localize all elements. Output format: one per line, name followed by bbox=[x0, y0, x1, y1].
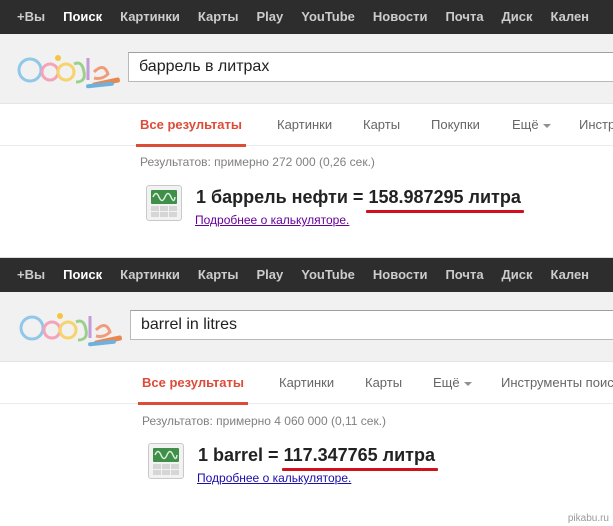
search-tabs: Все результаты Картинки Карты Покупки Ещ… bbox=[0, 104, 613, 147]
tab-more-label: Ещё bbox=[433, 375, 460, 390]
search-field[interactable] bbox=[128, 52, 613, 82]
search-field[interactable] bbox=[130, 310, 613, 340]
search-panel-english: +Вы Поиск Картинки Карты Play YouTube Но… bbox=[0, 258, 613, 526]
tab-all-results[interactable]: Все результаты bbox=[137, 362, 249, 405]
topbar-play[interactable]: Play bbox=[247, 0, 292, 34]
topbar-maps[interactable]: Карты bbox=[189, 258, 248, 292]
topbar-news[interactable]: Новости bbox=[364, 258, 437, 292]
tab-maps[interactable]: Карты bbox=[365, 362, 402, 404]
google-doodle-logo[interactable] bbox=[18, 308, 126, 348]
topbar-youtube[interactable]: YouTube bbox=[292, 258, 364, 292]
topbar-plus-you[interactable]: +Вы bbox=[0, 0, 54, 34]
search-header bbox=[0, 34, 613, 104]
calculator-answer: 1 баррель нефти = 158.987295 литра bbox=[196, 187, 521, 208]
topbar-drive[interactable]: Диск bbox=[493, 0, 542, 34]
topbar-calendar[interactable]: Кален bbox=[542, 258, 599, 292]
answer-value: 117.347765 литра bbox=[283, 445, 435, 465]
tab-maps[interactable]: Карты bbox=[363, 104, 400, 146]
topbar-mail[interactable]: Почта bbox=[436, 0, 492, 34]
google-top-bar: +Вы Поиск Картинки Карты Play YouTube Но… bbox=[0, 0, 613, 34]
search-panel-russian: +Вы Поиск Картинки Карты Play YouTube Но… bbox=[0, 0, 613, 258]
topbar-search[interactable]: Поиск bbox=[54, 258, 111, 292]
search-input[interactable] bbox=[131, 311, 613, 339]
google-top-bar: +Вы Поиск Картинки Карты Play YouTube Но… bbox=[0, 258, 613, 292]
answer-prefix: 1 barrel = bbox=[198, 445, 284, 465]
search-tabs: Все результаты Картинки Карты Ещё Инстру… bbox=[0, 362, 613, 405]
tab-all-results[interactable]: Все результаты bbox=[135, 104, 247, 147]
tab-more-label: Ещё bbox=[512, 117, 539, 132]
topbar-search[interactable]: Поиск bbox=[54, 0, 111, 34]
topbar-drive[interactable]: Диск bbox=[493, 258, 542, 292]
calculator-icon bbox=[146, 185, 182, 221]
calculator-more-link[interactable]: Подробнее о калькуляторе. bbox=[195, 213, 349, 227]
answer-prefix: 1 баррель нефти = bbox=[196, 187, 369, 207]
topbar-calendar[interactable]: Кален bbox=[542, 0, 599, 34]
chevron-down-icon bbox=[542, 123, 551, 128]
search-input[interactable] bbox=[129, 53, 613, 81]
tab-shopping[interactable]: Покупки bbox=[431, 104, 480, 146]
calculator-icon bbox=[148, 443, 184, 479]
topbar-mail[interactable]: Почта bbox=[436, 258, 492, 292]
topbar-plus-you[interactable]: +Вы bbox=[0, 258, 54, 292]
results-stats: Результатов: примерно 4 060 000 (0,11 се… bbox=[142, 414, 387, 428]
topbar-images[interactable]: Картинки bbox=[111, 258, 189, 292]
topbar-images[interactable]: Картинки bbox=[111, 0, 189, 34]
topbar-youtube[interactable]: YouTube bbox=[292, 0, 364, 34]
topbar-play[interactable]: Play bbox=[247, 258, 292, 292]
tab-search-tools[interactable]: Инструменты поис bbox=[501, 362, 613, 404]
answer-value: 158.987295 литра bbox=[368, 187, 521, 207]
chevron-down-icon bbox=[463, 381, 472, 386]
tab-tools[interactable]: Инстр bbox=[579, 104, 613, 146]
tab-images[interactable]: Картинки bbox=[279, 362, 334, 404]
tab-images[interactable]: Картинки bbox=[277, 104, 332, 146]
search-header bbox=[0, 292, 613, 362]
calculator-more-link[interactable]: Подробнее о калькуляторе. bbox=[197, 471, 351, 485]
calculator-answer: 1 barrel = 117.347765 литра bbox=[198, 445, 435, 466]
topbar-maps[interactable]: Карты bbox=[189, 0, 248, 34]
watermark: pikabu.ru bbox=[567, 513, 609, 524]
google-doodle-logo[interactable] bbox=[16, 50, 124, 90]
results-stats: Результатов: примерно 272 000 (0,26 сек.… bbox=[140, 155, 375, 169]
tab-more[interactable]: Ещё bbox=[433, 362, 472, 404]
topbar-news[interactable]: Новости bbox=[364, 0, 437, 34]
tab-more[interactable]: Ещё bbox=[512, 104, 551, 146]
